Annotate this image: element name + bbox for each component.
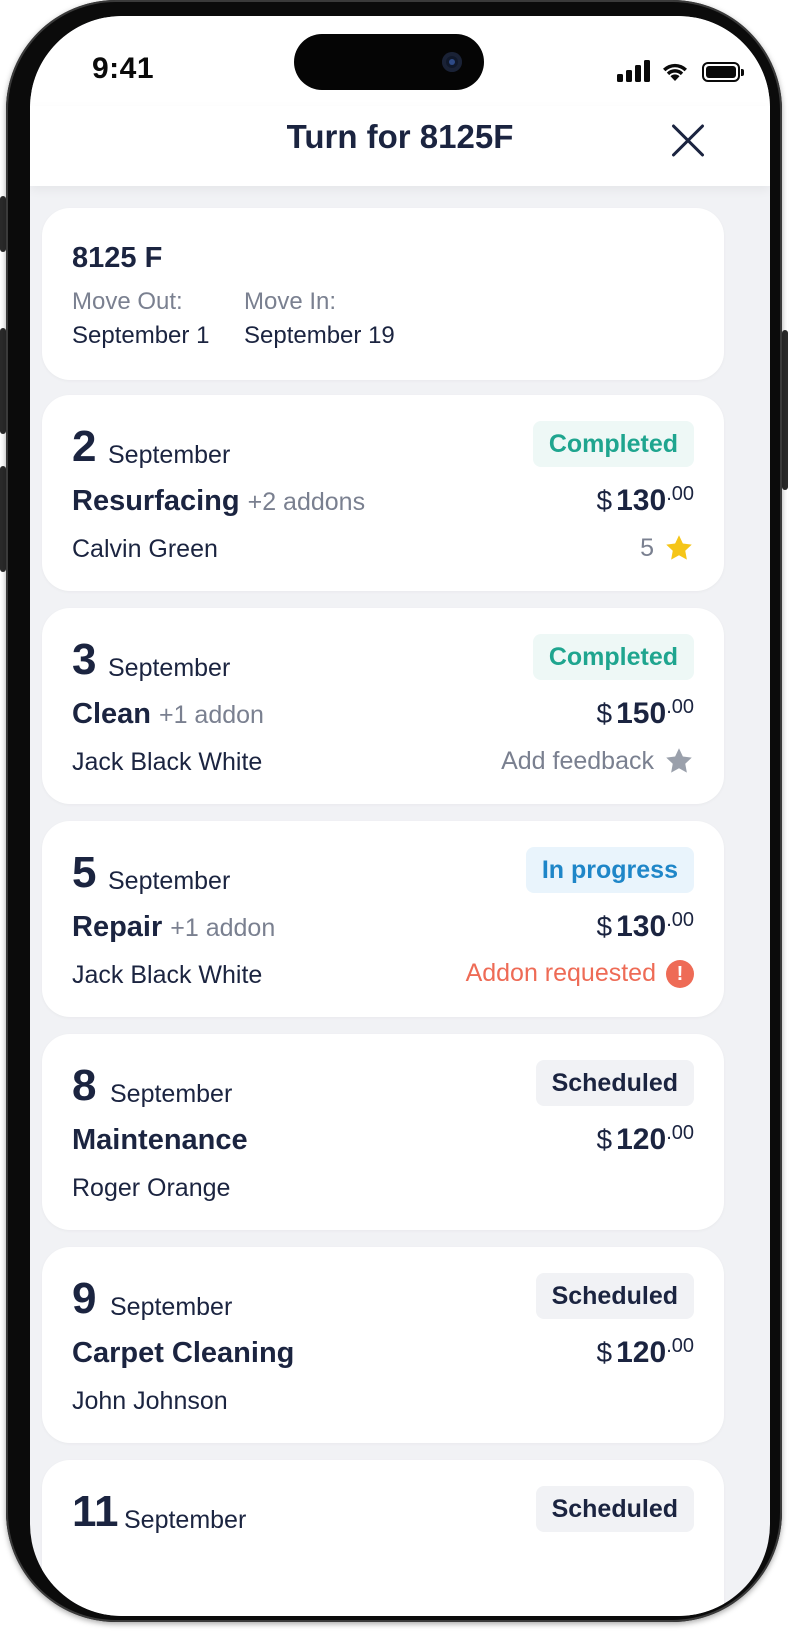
status-badge: Completed <box>532 421 694 467</box>
page-title: Turn for 8125F <box>286 118 514 155</box>
unit-name: 8125 F <box>72 242 163 274</box>
navigation-bar: Turn for 8125F <box>30 106 770 186</box>
rating-value: 5 <box>640 533 654 562</box>
job-card[interactable]: 11 September Scheduled <box>42 1460 724 1616</box>
status-icons <box>617 56 744 82</box>
job-card[interactable]: 9 September Scheduled Carpet Cleaning $1… <box>42 1247 724 1443</box>
job-month: September <box>110 1293 233 1321</box>
job-service: Clean +1 addon <box>72 698 264 731</box>
job-day: 5 <box>72 848 97 897</box>
job-assignee: John Johnson <box>72 1387 228 1415</box>
price-currency: $ <box>596 1124 613 1155</box>
job-service: Carpet Cleaning <box>72 1337 294 1370</box>
phone-frame: 9:41 Turn for 8125F 8125 F Move Out: Sep… <box>6 0 782 1622</box>
status-badge: In progress <box>525 847 694 893</box>
job-price: $130.00 <box>597 483 694 518</box>
price-amount: 120 <box>616 1336 667 1369</box>
price-currency: $ <box>596 485 613 516</box>
job-assignee: Jack Black White <box>72 748 263 776</box>
job-day: 9 <box>72 1274 97 1323</box>
status-badge: Scheduled <box>535 1273 694 1319</box>
job-day: 2 <box>72 422 97 471</box>
price-amount: 130 <box>616 910 667 943</box>
status-badge: Completed <box>532 634 694 680</box>
move-in-date: September 19 <box>244 322 395 349</box>
service-name: Maintenance <box>72 1124 248 1156</box>
job-month: September <box>110 1080 233 1108</box>
service-name: Carpet Cleaning <box>72 1337 295 1369</box>
price-cents: .00 <box>666 483 694 505</box>
price-amount: 130 <box>616 484 667 517</box>
job-price: $150.00 <box>597 696 694 731</box>
addon-requested-label: Addon requested <box>465 959 656 987</box>
move-out-date: September 1 <box>72 322 210 349</box>
job-day: 8 <box>72 1061 97 1110</box>
job-assignee: Calvin Green <box>72 535 218 563</box>
job-card[interactable]: 8 September Scheduled Maintenance $120.0… <box>42 1034 724 1230</box>
wifi-icon <box>663 63 687 81</box>
status-badge: Scheduled <box>535 1486 694 1532</box>
screen: 9:41 Turn for 8125F 8125 F Move Out: Sep… <box>30 16 770 1616</box>
job-rating: 5 <box>640 533 694 563</box>
addon-requested-link[interactable]: Addon requested ! <box>466 959 694 988</box>
move-in-label: Move In: <box>244 288 337 315</box>
star-filled-icon <box>666 535 692 560</box>
job-month: September <box>124 1506 247 1534</box>
alert-icon: ! <box>666 959 694 988</box>
job-price: $120.00 <box>597 1335 694 1370</box>
power-button <box>782 330 788 490</box>
job-card[interactable]: 2 September Completed Resurfacing +2 addo… <box>42 395 724 591</box>
job-card[interactable]: 5 September In progress Repair +1 addon $… <box>42 821 724 1017</box>
job-service: Maintenance <box>72 1124 248 1157</box>
addons-count: +2 addons <box>247 488 366 516</box>
status-time: 9:41 <box>92 52 155 85</box>
job-price: $130.00 <box>597 909 694 944</box>
price-amount: 150 <box>616 697 667 730</box>
job-month: September <box>108 654 231 682</box>
star-empty-icon <box>666 748 692 773</box>
service-name: Resurfacing <box>72 485 240 517</box>
job-month: September <box>108 441 231 469</box>
addons-count: +1 addon <box>158 701 264 729</box>
job-assignee: Roger Orange <box>72 1174 231 1202</box>
job-card[interactable]: 3 September Completed Clean +1 addon $150… <box>42 608 724 804</box>
service-name: Repair <box>72 911 163 943</box>
move-out-label: Move Out: <box>72 288 183 315</box>
service-name: Clean <box>72 698 151 730</box>
price-cents: .00 <box>666 909 694 931</box>
job-service: Repair +1 addon <box>72 911 275 944</box>
price-cents: .00 <box>666 1122 694 1144</box>
price-currency: $ <box>596 911 613 942</box>
price-currency: $ <box>596 698 613 729</box>
close-button[interactable] <box>668 121 708 161</box>
job-day: 11 <box>72 1487 119 1536</box>
job-service: Resurfacing +2 addons <box>72 485 365 518</box>
job-day: 3 <box>72 635 97 684</box>
add-feedback-link[interactable]: Add feedback <box>501 746 694 776</box>
job-price: $120.00 <box>597 1122 694 1157</box>
dynamic-island <box>294 34 484 90</box>
unit-card: 8125 F Move Out: September 1 Move In: Se… <box>42 208 724 380</box>
camera-icon <box>442 52 462 72</box>
job-month: September <box>108 867 231 895</box>
price-currency: $ <box>596 1337 613 1368</box>
price-cents: .00 <box>666 1335 694 1357</box>
job-assignee: Jack Black White <box>72 961 263 989</box>
price-cents: .00 <box>666 696 694 718</box>
price-amount: 120 <box>616 1123 667 1156</box>
battery-icon <box>702 62 744 82</box>
status-badge: Scheduled <box>535 1060 694 1106</box>
add-feedback-label: Add feedback <box>501 746 654 775</box>
cellular-signal-icon <box>617 60 650 82</box>
addons-count: +1 addon <box>170 914 276 942</box>
